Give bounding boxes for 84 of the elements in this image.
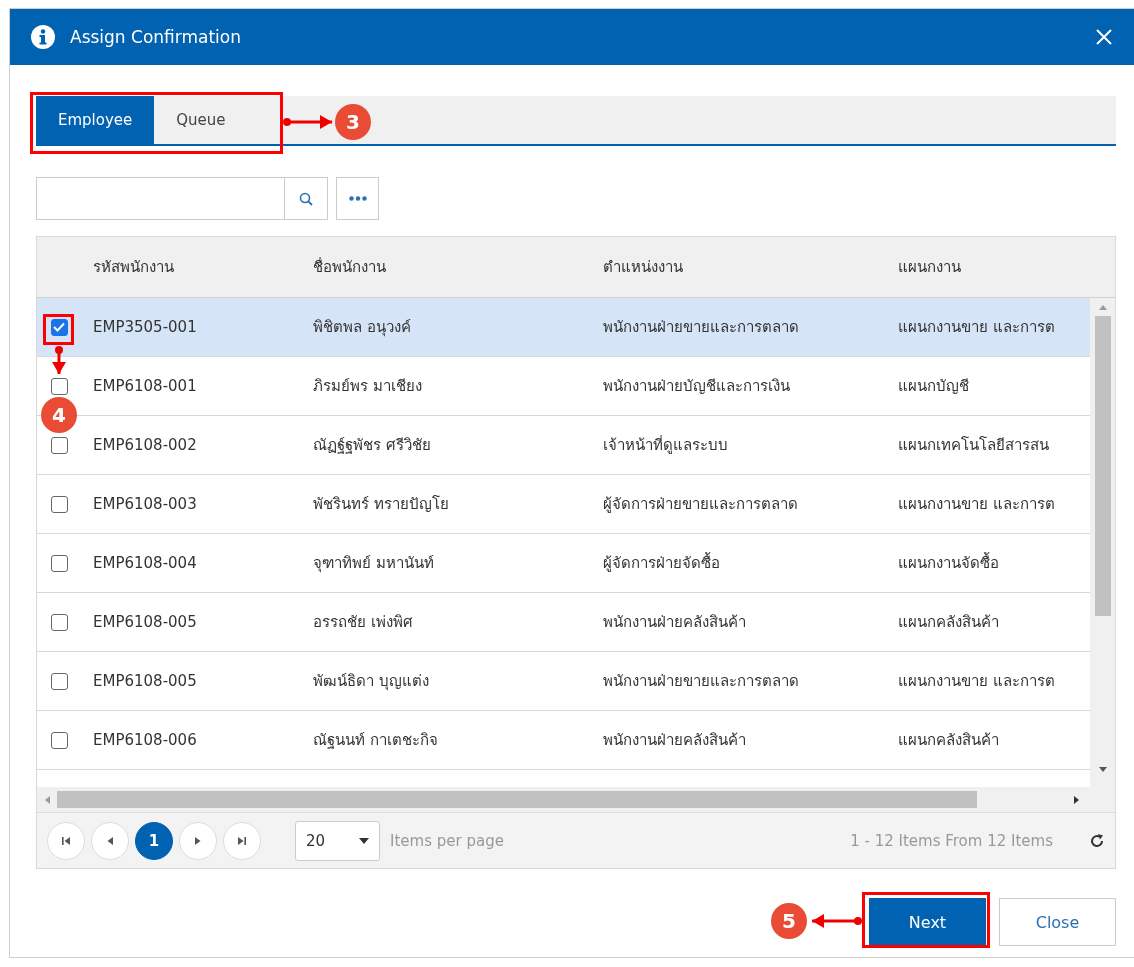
callout-arrow — [283, 115, 332, 129]
table-row[interactable]: EMP3505-001 พิชิตพล อนุวงค์ พนักงานฝ่ายขายและการตลาด แผนกงานขาย และการต — [37, 298, 1090, 357]
table-cell-text: พิชิตพล อนุวงค์ — [312, 317, 412, 339]
scroll-down-icon[interactable] — [1097, 765, 1108, 773]
table-row[interactable]: EMP6108-005 พัฒน์ธิดา บุญแต่ง พนักงานฝ่ายขายและการตลาด แผนกงานขาย และการต — [37, 652, 1090, 711]
tab[interactable]: Employee — [36, 96, 155, 144]
search-field[interactable] — [36, 177, 328, 220]
column-header: ตำแหน่งงาน — [602, 257, 684, 278]
window-title: Assign Confirmation — [70, 27, 243, 47]
table-cell-text: ณัฏฐ์ฐพัชร ศรีวิชัย — [312, 435, 432, 456]
row-checkbox[interactable] — [50, 672, 68, 690]
ellipsis-icon — [348, 196, 367, 201]
highlight-frame — [43, 314, 74, 345]
callout-arrow — [812, 914, 862, 928]
next-button[interactable]: Next — [869, 898, 986, 946]
table-row[interactable]: EMP6108-004 จุฑาทิพย์ มหานันท์ ผู้จัดการฝ่ายจัดซื้อ แผนกงานจัดซื้อ — [37, 534, 1090, 593]
caret-icon — [359, 836, 369, 845]
table-cell-text: อรรถชัย เพ่งพิศ — [312, 612, 414, 633]
first-page-button[interactable] — [47, 821, 85, 860]
table-cell-text: EMP6108-006 — [92, 731, 198, 749]
previous-icon — [105, 835, 115, 846]
table-row[interactable]: EMP6108-006 ณัฐนนท์ กาเตชะกิจ พนักงานฝ่ายคลังสินค้า แผนกคลังสินค้า — [37, 711, 1090, 770]
row-checkbox[interactable] — [50, 613, 68, 631]
row-checkbox[interactable] — [50, 731, 68, 749]
page-size-dropdown[interactable]: 20 — [295, 820, 380, 861]
search-icon — [299, 191, 313, 206]
table-cell-text: EMP3505-001 — [92, 318, 198, 336]
item-count-summary: 1 - 12 Items From 12 Items — [850, 831, 1053, 850]
close-dialog-button[interactable]: Close — [999, 898, 1116, 946]
horizontal-scrollbar[interactable] — [37, 787, 1115, 812]
table-cell-text: EMP6108-005 — [92, 672, 198, 690]
more-options-button[interactable] — [336, 177, 379, 220]
table-cell-text: พนักงานฝ่ายขายและการตลาด — [602, 317, 800, 338]
scroll-up-icon[interactable] — [1097, 304, 1108, 312]
column-header: รหัสพนักงาน — [92, 257, 175, 278]
step-number-badge: 5 — [771, 903, 807, 939]
table-cell-text: EMP6108-001 — [92, 377, 198, 395]
table-cell-text: EMP6108-004 — [92, 554, 198, 572]
table-cell-text: แผนกงานจัดซื้อ — [897, 551, 1000, 574]
table-cell-text: EMP6108-003 — [92, 495, 198, 513]
step-number-badge: 4 — [41, 397, 77, 433]
table-cell-text: พนักงานฝ่ายขายและการตลาด — [602, 671, 800, 692]
table-cell-text: พนักงานฝ่ายคลังสินค้า — [602, 730, 747, 751]
page-button[interactable]: 1 — [135, 821, 173, 860]
table-cell-text: พัชรินทร์ ทรายปัญโย — [312, 494, 450, 515]
table-cell-text: พนักงานฝ่ายบัญชีและการเงิน — [602, 376, 791, 397]
table-cell-text: ภิรมย์พร มาเชียง — [312, 376, 423, 397]
info-icon — [30, 24, 56, 50]
callout-arrow — [52, 346, 66, 374]
table-row[interactable]: EMP6108-005 อรรถชัย เพ่งพิศ พนักงานฝ่ายคลังสินค้า แผนกคลังสินค้า — [37, 593, 1090, 652]
scroll-right-icon[interactable] — [1071, 794, 1081, 805]
column-header: ชื่อพนักงาน — [312, 256, 387, 278]
vertical-scrollbar[interactable] — [1090, 298, 1115, 787]
table-cell-text: แผนกคลังสินค้า — [897, 730, 1000, 751]
table-cell-text: ณัฐนนท์ กาเตชะกิจ — [312, 730, 439, 751]
table-cell-text: แผนกงานขาย และการต — [897, 671, 1056, 692]
table-row[interactable]: EMP6108-003 พัชรินทร์ ทรายปัญโย ผู้จัดการฝ่ายขายและการตลาด แผนกงานขาย และการต — [37, 475, 1090, 534]
scroll-left-icon[interactable] — [43, 794, 53, 805]
table-cell-text: แผนกงานขาย และการต — [897, 317, 1056, 338]
refresh-icon[interactable] — [1089, 832, 1105, 849]
close-icon — [1095, 28, 1113, 46]
next-icon — [193, 835, 203, 846]
last-page-icon — [237, 835, 247, 846]
table-cell-text: ผู้จัดการฝ่ายจัดซื้อ — [602, 551, 721, 574]
table-cell-text: จุฑาทิพย์ มหานันท์ — [312, 553, 435, 575]
table-cell-text: แผนกงานขาย และการต — [897, 494, 1056, 515]
table-cell-text: แผนกเทคโนโลยีสารสน — [897, 435, 1050, 456]
first-page-icon — [61, 835, 71, 846]
table-cell-text: EMP6108-002 — [92, 436, 198, 454]
table-cell-text: แผนกบัญชี — [897, 376, 970, 397]
table-cell-text: เจ้าหน้าที่ดูแลระบบ — [602, 434, 729, 456]
items-per-page-label: Items per page — [390, 831, 504, 850]
row-checkbox[interactable] — [50, 377, 68, 395]
column-header: แผนกงาน — [897, 257, 962, 278]
row-checkbox[interactable] — [50, 436, 68, 454]
row-checkbox[interactable] — [50, 554, 68, 572]
table-cell-text: ผู้จัดการฝ่ายขายและการตลาด — [602, 494, 799, 515]
last-page-button[interactable] — [223, 821, 261, 860]
table-cell-text: พัฒน์ธิดา บุญแต่ง — [312, 671, 430, 693]
row-checkbox[interactable] — [50, 318, 68, 336]
table-cell-text: พนักงานฝ่ายคลังสินค้า — [602, 612, 747, 633]
table-cell-text: แผนกคลังสินค้า — [897, 612, 1000, 633]
table-cell-text: EMP6108-005 — [92, 613, 198, 631]
row-checkbox[interactable] — [50, 495, 68, 513]
